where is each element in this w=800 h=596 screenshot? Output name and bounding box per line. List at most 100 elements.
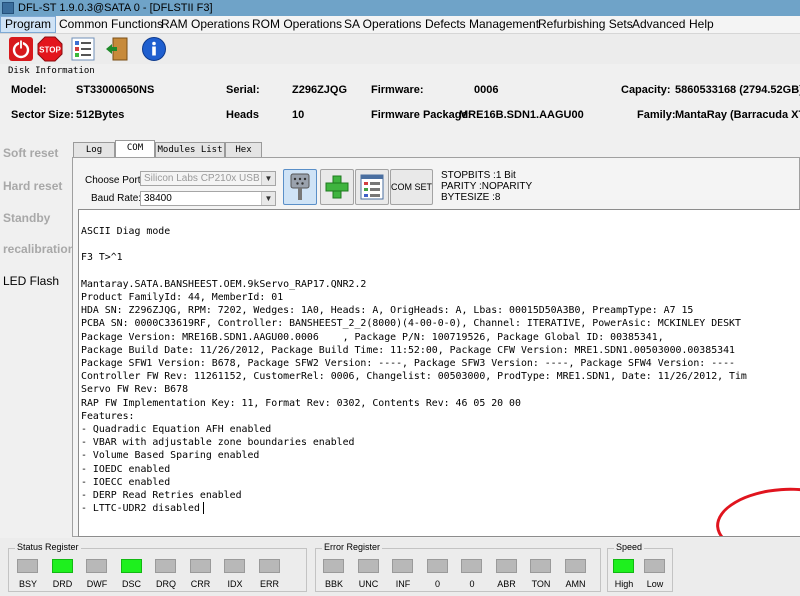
baud-rate-label: Baud Rate: [91, 193, 142, 204]
status-led-drq [155, 559, 176, 573]
status-led-label: DRQ [156, 579, 176, 589]
menu-help[interactable]: Help [685, 16, 718, 33]
port-select[interactable]: Silicon Labs CP210x USB to U ▼ [140, 171, 276, 186]
terminal-line: - Quadradic Equation AFH enabled [81, 424, 272, 435]
soft-reset-button[interactable]: Soft reset [3, 146, 58, 160]
status-led-drd [51, 559, 73, 573]
toolbar: STOP [0, 34, 800, 64]
status-led-label: CRR [190, 579, 211, 589]
serial-value: Z296ZJQG [292, 84, 348, 96]
terminal-settings-button[interactable] [355, 169, 389, 205]
sector-size-label: Sector Size: [11, 109, 74, 121]
model-value: ST33000650NS [76, 84, 155, 96]
speed-led-label: High [614, 579, 634, 589]
terminal-line: Controller FW Rev: 11261152, CustomerRel… [81, 371, 747, 383]
power-button[interactable] [8, 36, 34, 62]
exit-button[interactable] [104, 36, 130, 62]
hard-reset-button[interactable]: Hard reset [3, 179, 62, 193]
exit-door-icon [106, 37, 128, 61]
error-led-bbk [323, 559, 344, 573]
recalibration-button[interactable]: recalibration [3, 242, 75, 256]
serial-connector-button[interactable] [283, 169, 317, 205]
stop-icon: STOP [37, 36, 63, 62]
error-led-unc [357, 559, 379, 573]
serial-port-icon [290, 173, 310, 200]
parity-info: PARITY :NOPARITY [441, 181, 533, 192]
firmware-value: 0006 [474, 84, 499, 96]
menu-refurbishing-sets[interactable]: Refurbishing Sets [534, 16, 637, 33]
tab-com[interactable]: COM [115, 140, 155, 158]
menu-defects-management[interactable]: Defects Management [421, 16, 543, 33]
menu-bar: Program Common Functions RAM Operations … [0, 16, 800, 34]
terminal-line: - Volume Based Sparing enabled [81, 450, 260, 462]
family-label: Family: [637, 109, 676, 121]
stopbits-info: STOPBITS :1 Bit [441, 170, 516, 181]
menu-program[interactable]: Program [0, 16, 57, 33]
error-led-0 [461, 559, 482, 573]
error-led-label: 0 [469, 579, 475, 589]
menu-sa-operations[interactable]: SA Operations [340, 16, 425, 33]
app-icon [2, 2, 14, 14]
led-flash-button[interactable]: LED Flash [3, 274, 59, 288]
menu-ram-operations[interactable]: RAM Operations [157, 16, 254, 33]
chevron-down-icon: ▼ [261, 172, 275, 185]
speed-title: Speed [614, 542, 645, 552]
terminal-line: Package SFW1 Version: B678, Package SFW2… [81, 358, 735, 369]
speed-led-high [613, 559, 634, 573]
menu-rom-operations[interactable]: ROM Operations [248, 16, 346, 33]
power-icon [9, 37, 33, 61]
error-led-abr [495, 559, 517, 573]
error-led-inf [392, 559, 413, 573]
serial-label: Serial: [226, 84, 260, 96]
stop-button[interactable]: STOP [37, 36, 63, 62]
about-button[interactable] [141, 36, 167, 62]
terminal-line: RAP FW Implementation Key: 11, Format Re… [81, 397, 521, 409]
terminal-line: PCBA SN: 0000C33619RF, Controller: BANSH… [81, 318, 741, 330]
list-window-icon [360, 174, 384, 200]
port-select-value: Silicon Labs CP210x USB to U [144, 173, 276, 184]
terminal-line: Servo FW Rev: B678 [81, 384, 189, 396]
standby-button[interactable]: Standby [3, 211, 50, 225]
terminal-line: Package Build Date: 11/26/2012, Package … [81, 344, 735, 356]
sector-size-value: 512Bytes [76, 109, 125, 121]
error-led-label: AMN [565, 579, 586, 589]
menu-common-functions[interactable]: Common Functions [55, 16, 167, 33]
terminal-line: HDA SN: Z296ZJQG, RPM: 7202, Wedges: 1A0… [81, 305, 694, 317]
status-led-label: DWF [86, 579, 108, 589]
tab-modules-list[interactable]: Modules List [155, 142, 225, 157]
menu-advanced[interactable]: Advanced [628, 16, 689, 33]
terminal-line: ASCII Diag mode [81, 226, 171, 237]
status-led-label: ERR [259, 579, 279, 589]
status-led-err [258, 559, 280, 573]
com-set-button[interactable]: COM SET [390, 169, 433, 205]
terminal-line: - LTTC-UDR2 disabled [81, 503, 200, 515]
terminal-line: Package Version: MRE16B.SDN1.AAGU00.0006… [81, 331, 664, 343]
terminal-line: - DERP Read Retries enabled [81, 490, 242, 501]
window-title: DFL-ST 1.9.0.3@SATA 0 - [DFLSTII F3] [18, 2, 213, 14]
tab-log[interactable]: Log [73, 142, 115, 157]
choose-port-label: Choose Port: [85, 175, 144, 186]
bytesize-info: BYTESIZE :8 [441, 192, 501, 203]
baud-rate-select[interactable]: 38400 ▼ [140, 191, 276, 206]
speed-led-label: Low [646, 579, 664, 589]
terminal-output[interactable]: ASCII Diag mode F3 T>^1 Mantaray.SATA.BANS… [78, 209, 800, 537]
error-led-label: ABR [497, 579, 516, 589]
title-bar: DFL-ST 1.9.0.3@SATA 0 - [DFLSTII F3] [0, 0, 800, 16]
chevron-down-icon: ▼ [261, 192, 275, 205]
error-led-label: 0 [434, 579, 440, 589]
baud-rate-value: 38400 [144, 193, 172, 204]
checklist-button[interactable] [70, 36, 96, 62]
status-led-label: BSY [18, 579, 37, 589]
disk-info-label: Disk Information [8, 66, 95, 76]
status-led-dwf [86, 559, 107, 573]
error-led-0 [426, 559, 448, 573]
error-led-amn [564, 559, 586, 573]
status-led-label: DRD [52, 579, 73, 589]
add-button[interactable] [320, 169, 354, 205]
terminal-line: - IOECC enabled [81, 476, 171, 488]
model-label: Model: [11, 84, 47, 96]
tab-hex[interactable]: Hex [225, 142, 262, 157]
heads-value: 10 [292, 109, 305, 121]
heads-label: Heads [226, 109, 260, 121]
error-register-title: Error Register [322, 542, 383, 552]
